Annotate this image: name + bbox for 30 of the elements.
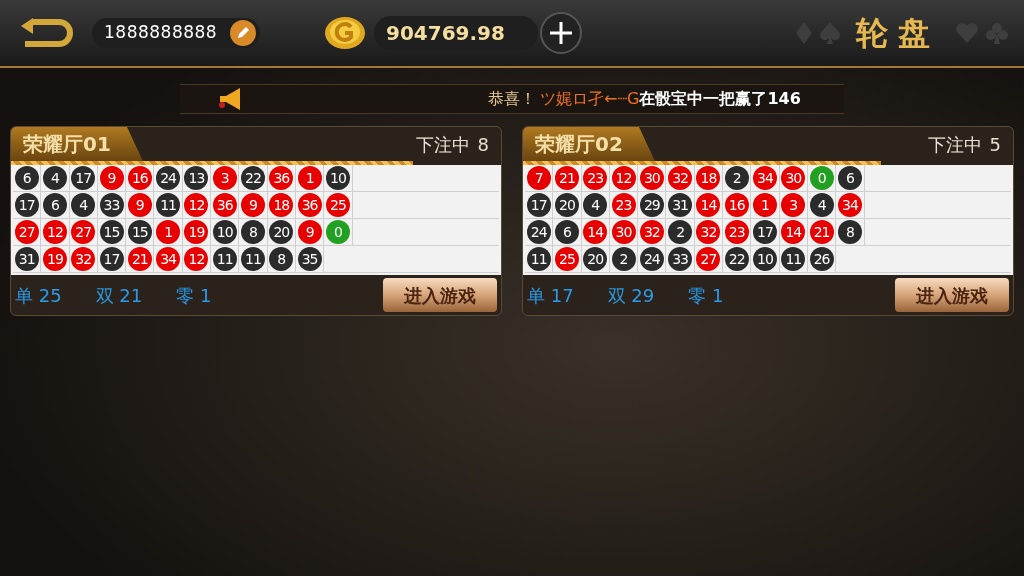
stat-count: 双 29 (607, 283, 655, 308)
betting-status: 下注中 (415, 132, 470, 157)
stat-count: 零 1 (688, 283, 724, 308)
ticker-prefix: 恭喜！ (488, 88, 536, 110)
stat-count: 单 17 (527, 283, 574, 308)
enter-game-button[interactable]: 进入游戏 (895, 278, 1009, 312)
pencil-icon (235, 25, 251, 41)
countdown: 5 (989, 132, 1001, 157)
page-title: 轮盘 (856, 13, 940, 54)
spade-suit-icon (820, 22, 840, 44)
add-button[interactable] (540, 12, 582, 54)
stat-count: 单 25 (15, 283, 62, 308)
stat-count: 零 1 (176, 283, 212, 308)
ticker-message: 在骰宝中一把赢了146 (639, 88, 801, 110)
coin-icon (324, 15, 366, 51)
back-icon (19, 18, 73, 48)
room-name: 荣耀厅02 (523, 127, 655, 161)
enter-game-button[interactable]: 进入游戏 (383, 278, 497, 312)
ticker-player: ツ娓ロ孑←┈G (540, 88, 640, 110)
heart-suit-icon (956, 23, 978, 43)
countdown: 8 (477, 132, 489, 157)
diamond-suit-icon (796, 22, 812, 44)
club-suit-icon (986, 22, 1008, 44)
stat-count: 双 21 (95, 283, 143, 308)
betting-status: 下注中 (927, 132, 982, 157)
phone-number: 1888888888 (104, 21, 218, 45)
plus-icon (548, 20, 574, 46)
room-name: 荣耀厅01 (11, 127, 143, 161)
balance-amount: 904769.98 (386, 20, 505, 47)
edit-button[interactable] (230, 20, 256, 46)
